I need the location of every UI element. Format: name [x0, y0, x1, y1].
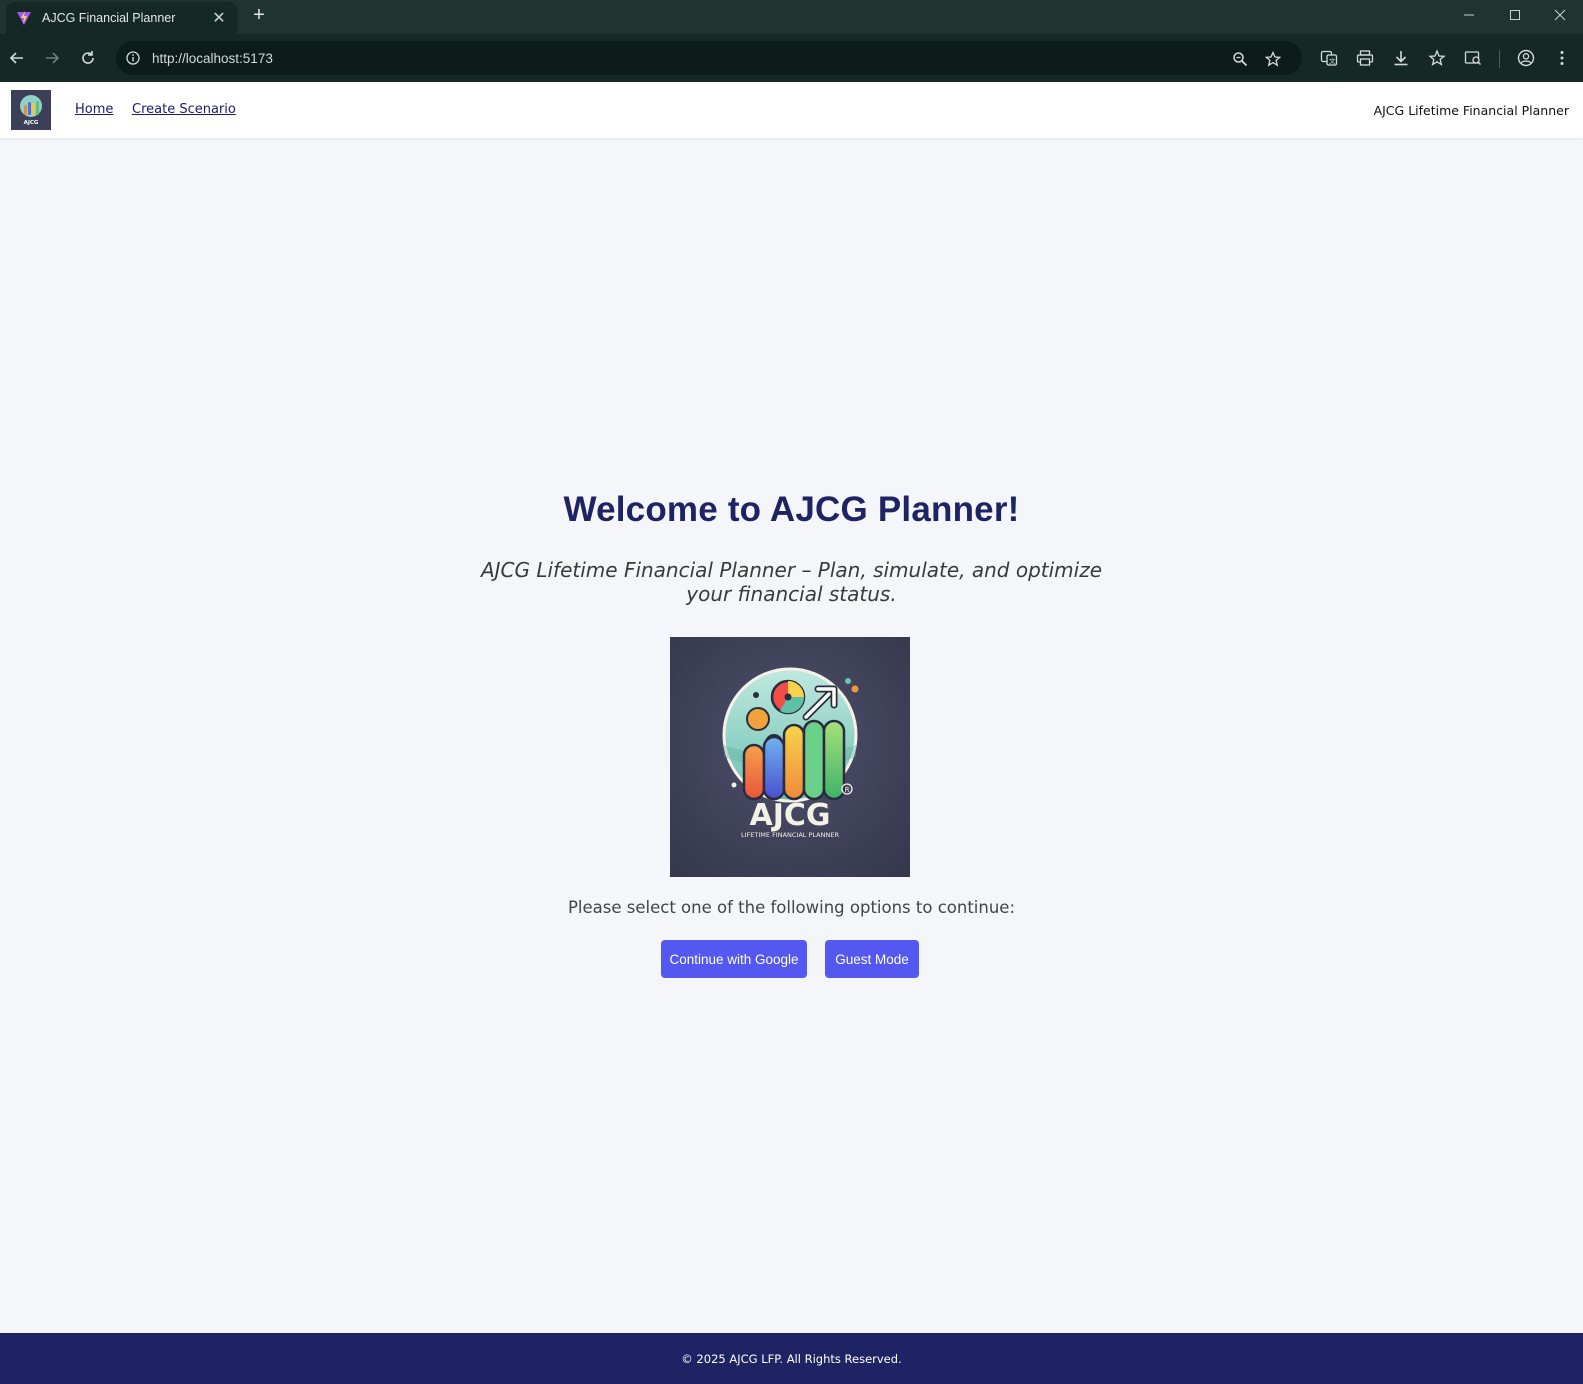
copyright-text: © 2025 AJCG LFP. All Rights Reserved. [681, 1351, 902, 1366]
reload-icon[interactable] [76, 46, 100, 70]
welcome-section: Welcome to AJCG Planner! [0, 490, 1583, 530]
logo-small-text: AJCG [24, 120, 39, 126]
zoom-icon[interactable] [1230, 49, 1250, 69]
app-brand-text: AJCG Lifetime Financial Planner [1373, 103, 1569, 118]
address-bar[interactable]: http://localhost:5173 [116, 41, 1302, 75]
logo-title-text: AJCG [749, 798, 830, 833]
browser-toolbar: http://localhost:5173 文 [0, 34, 1583, 82]
download-icon[interactable] [1389, 46, 1413, 70]
toolbar-separator [1499, 50, 1500, 68]
favorites-icon[interactable] [1425, 46, 1449, 70]
continue-with-google-button[interactable]: Continue with Google [661, 940, 807, 978]
nav-home-link[interactable]: Home [75, 102, 113, 117]
browser-tab-bar: AJCG Financial Planner ✕ + [0, 0, 1583, 34]
reading-list-icon[interactable] [1461, 46, 1485, 70]
browser-tab[interactable]: AJCG Financial Planner ✕ [6, 2, 237, 34]
app-logo[interactable]: AJCG [11, 90, 51, 130]
guest-mode-button[interactable]: Guest Mode [825, 940, 919, 978]
page-subtitle: AJCG Lifetime Financial Planner – Plan, … [480, 558, 1103, 606]
new-tab-icon[interactable]: + [248, 4, 270, 26]
vite-favicon-icon [17, 11, 31, 25]
svg-text:文: 文 [1329, 56, 1336, 65]
tab-title: AJCG Financial Planner [42, 11, 176, 25]
url-text: http://localhost:5173 [152, 50, 273, 66]
logo-tagline-text: LIFETIME FINANCIAL PLANNER [741, 831, 839, 839]
nav-create-scenario-link[interactable]: Create Scenario [132, 102, 236, 117]
site-info-icon[interactable] [124, 49, 142, 67]
translate-icon[interactable]: 文 [1317, 46, 1341, 70]
page-title: Welcome to AJCG Planner! [563, 490, 1020, 529]
svg-text:R: R [845, 786, 850, 794]
profile-icon[interactable] [1514, 46, 1538, 70]
back-icon[interactable] [5, 46, 29, 70]
ajcg-logo-image: R AJCG LIFETIME FINANCIAL PLANNER [670, 637, 910, 877]
forward-icon[interactable] [40, 46, 64, 70]
maximize-icon[interactable] [1492, 0, 1538, 30]
print-icon[interactable] [1353, 46, 1377, 70]
close-window-icon[interactable] [1537, 0, 1583, 30]
footer: © 2025 AJCG LFP. All Rights Reserved. [0, 1333, 1583, 1384]
app-header: AJCG Home Create Scenario AJCG Lifetime … [0, 82, 1583, 138]
more-menu-icon[interactable] [1550, 46, 1574, 70]
options-prompt: Please select one of the following optio… [567, 898, 1016, 917]
close-tab-icon[interactable]: ✕ [211, 8, 227, 28]
bookmark-star-icon[interactable] [1263, 49, 1283, 69]
ajcg-logo-small-icon: AJCG [20, 95, 42, 126]
minimize-icon[interactable] [1446, 0, 1492, 30]
